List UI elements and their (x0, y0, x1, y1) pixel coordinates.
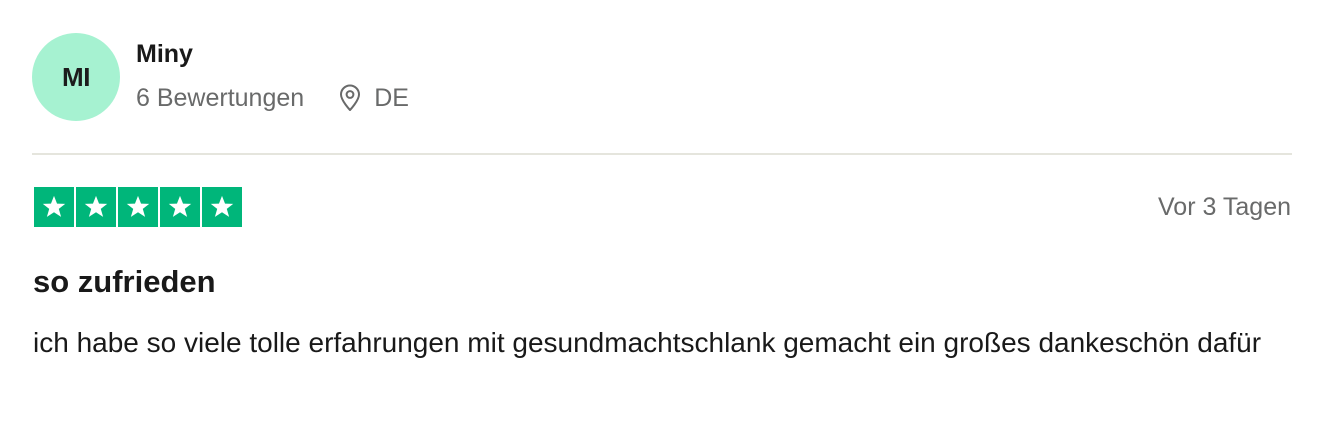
review-count: 6 Bewertungen (136, 84, 305, 112)
reviewer-info: Miny 6 Bewertungen DE (136, 33, 409, 113)
review-title[interactable]: so zufrieden (33, 263, 216, 301)
star-rating (34, 187, 242, 227)
reviewer-header: MI Miny 6 Bewertungen DE (32, 33, 409, 121)
location-pin-icon (338, 84, 362, 112)
review-date: Vor 3 Tagen (1158, 193, 1291, 221)
star-icon (76, 187, 116, 227)
divider (32, 153, 1292, 155)
star-icon (34, 187, 74, 227)
avatar[interactable]: MI (32, 33, 120, 121)
review-text: ich habe so viele tolle erfahrungen mit … (33, 327, 1262, 358)
reviewer-country: DE (374, 84, 409, 112)
star-icon (202, 187, 242, 227)
reviewer-meta: 6 Bewertungen DE (136, 83, 409, 113)
reviewer-name[interactable]: Miny (136, 39, 409, 69)
star-icon (160, 187, 200, 227)
star-icon (118, 187, 158, 227)
review-card: MI Miny 6 Bewertungen DE Vor 3 Tagen so … (0, 0, 1322, 436)
